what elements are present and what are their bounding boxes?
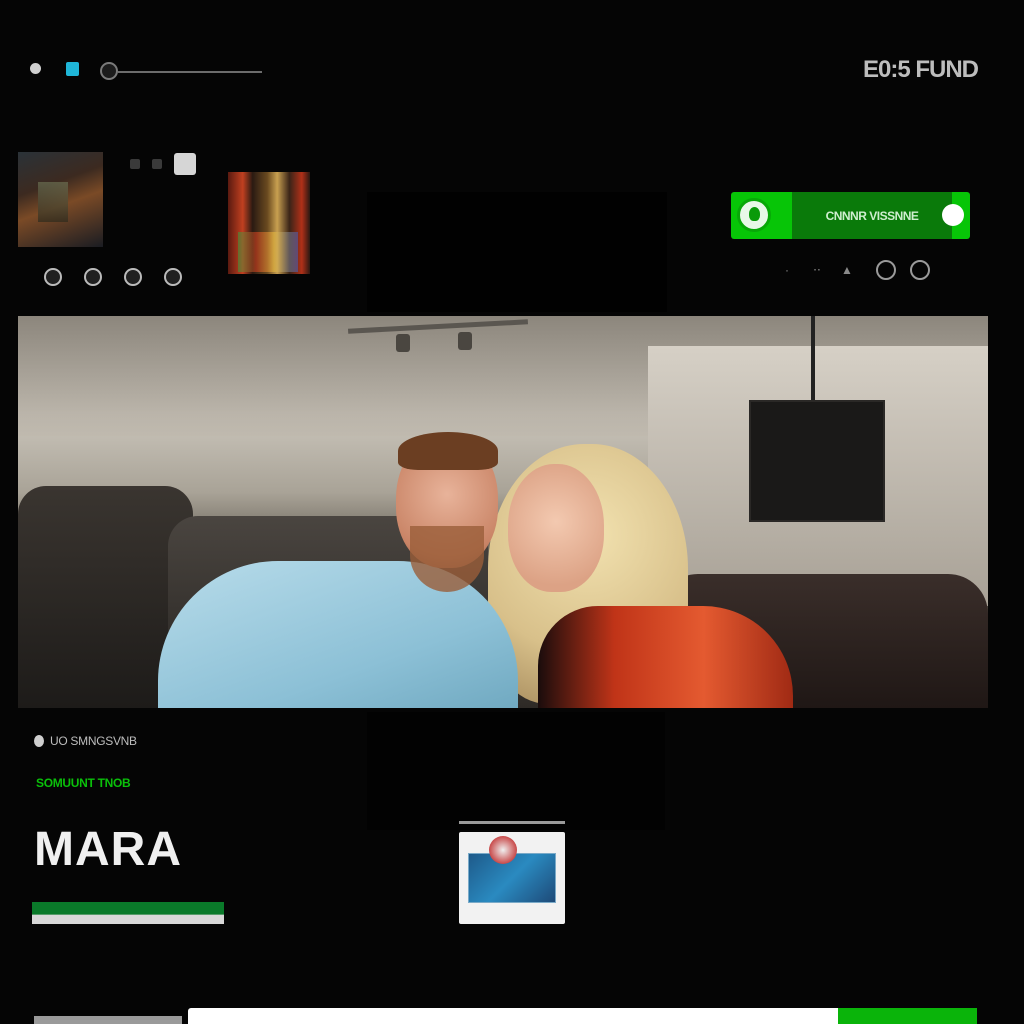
seek-track <box>118 71 262 73</box>
phone-icon[interactable] <box>737 198 771 232</box>
control-1[interactable]: · <box>772 263 802 277</box>
status-icon <box>34 735 44 747</box>
status-line: UO SMNGSVNB <box>34 734 137 748</box>
empty-panel-bottom <box>367 712 665 830</box>
seek-handle[interactable] <box>100 62 118 80</box>
thumbnail-controls <box>44 268 182 286</box>
connection-status: SOMUUNT TNOB <box>36 776 131 790</box>
video-person-1-hair <box>398 432 498 470</box>
status-text: UO SMNGSVNB <box>50 734 137 748</box>
control-3[interactable]: ▲ <box>832 263 862 277</box>
call-label-area: CNNNR VISSNNE <box>792 192 952 239</box>
call-status-bar[interactable]: CNNNR VISSNNE <box>731 192 970 239</box>
send-button[interactable] <box>838 1008 977 1024</box>
card-icon[interactable] <box>174 153 196 175</box>
video-icon[interactable] <box>152 159 162 169</box>
bottom-left-strip <box>34 1016 182 1024</box>
menu-dot-button[interactable] <box>30 63 41 74</box>
participant-thumbnail-2[interactable] <box>228 172 310 274</box>
app-preview-card[interactable] <box>459 832 565 924</box>
empty-panel-top <box>367 192 667 312</box>
name-underline-bar <box>32 902 224 924</box>
video-tv-mount <box>811 316 815 406</box>
message-input-bar[interactable] <box>188 1008 838 1024</box>
call-label: CNNNR VISSNNE <box>825 208 919 223</box>
chat-icon[interactable] <box>164 268 182 286</box>
mute-icon[interactable] <box>44 268 62 286</box>
record-icon[interactable] <box>942 204 964 226</box>
share-icon[interactable] <box>124 268 142 286</box>
participant-thumbnail-1[interactable] <box>18 152 103 247</box>
seek-slider[interactable] <box>100 60 262 80</box>
video-person-2-face <box>508 464 604 592</box>
card-handle <box>459 821 565 824</box>
video-spotlight <box>396 334 410 352</box>
thumbnail-toolbar <box>130 152 196 176</box>
camera-toggle-button[interactable] <box>66 62 79 76</box>
video-spotlight <box>458 332 472 350</box>
settings-icon[interactable] <box>876 260 896 280</box>
control-2[interactable]: ⋅⋅ <box>802 263 832 277</box>
camera-icon[interactable] <box>84 268 102 286</box>
app-logo-icon <box>489 836 517 864</box>
caller-name: MARA <box>34 823 182 876</box>
mic-icon[interactable] <box>130 159 140 169</box>
video-tv <box>751 402 883 520</box>
main-video-feed[interactable] <box>18 316 988 708</box>
call-controls-row: · ⋅⋅ ▲ <box>772 258 972 282</box>
clock-display: E0:5 FUND <box>862 56 979 83</box>
more-icon[interactable] <box>910 260 930 280</box>
